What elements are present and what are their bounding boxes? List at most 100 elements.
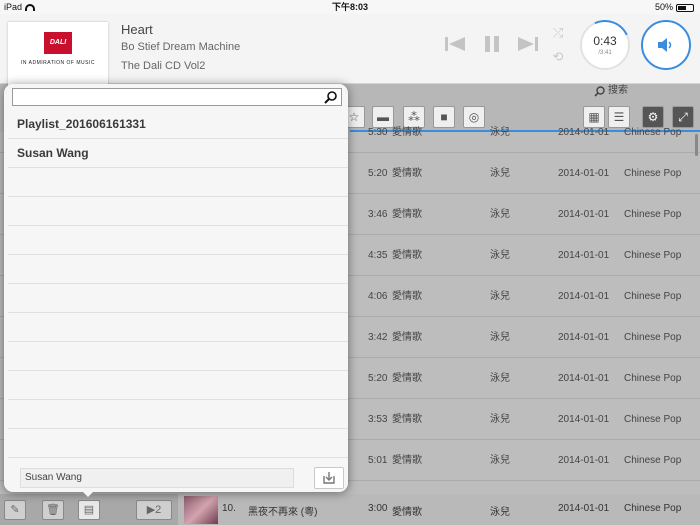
status-time: 下午8:03 bbox=[331, 2, 368, 12]
popover-arrow bbox=[79, 488, 97, 497]
playlist-search-input[interactable] bbox=[12, 88, 342, 106]
track-album: 愛情歌 bbox=[392, 127, 422, 138]
track-title: Heart bbox=[121, 22, 153, 37]
status-bar: iPad 下午8:03 50% bbox=[0, 0, 700, 14]
playlist-icon: ▤ bbox=[83, 504, 95, 516]
next-track-button[interactable] bbox=[517, 36, 539, 52]
track-date: 2014-01-01 bbox=[558, 168, 610, 179]
track-date: 2014-01-01 bbox=[558, 503, 610, 514]
track-artist: 泳兒 bbox=[490, 507, 510, 518]
track-date: 2014-01-01 bbox=[558, 127, 610, 138]
playlist-item[interactable] bbox=[8, 226, 348, 255]
play-circle-icon: ▶ bbox=[146, 504, 156, 516]
track-date: 2014-01-01 bbox=[558, 373, 610, 384]
shuffle-button[interactable]: ⤮ bbox=[549, 26, 567, 40]
track-artist: Bo Stief Dream Machine bbox=[121, 41, 241, 53]
track-date: 2014-01-01 bbox=[558, 250, 610, 261]
previous-icon bbox=[445, 37, 465, 51]
track-duration: 3:46 bbox=[368, 209, 388, 220]
delete-button[interactable]: 🗑 bbox=[42, 500, 64, 520]
playlist-item[interactable] bbox=[8, 342, 348, 371]
track-artist: 泳兒 bbox=[490, 332, 510, 343]
track-genre: Chinese Pop bbox=[624, 250, 682, 261]
playlist-item[interactable] bbox=[8, 371, 348, 400]
track-artist: 泳兒 bbox=[490, 414, 510, 425]
speaker-icon bbox=[658, 38, 672, 52]
elapsed-time: 0:43 bbox=[593, 34, 617, 48]
progress-ring[interactable]: 0:43 /3:41 bbox=[572, 12, 638, 78]
playlist-button[interactable]: ▤ bbox=[78, 500, 100, 520]
track-genre: Chinese Pop bbox=[624, 455, 682, 466]
playlist-item[interactable] bbox=[8, 284, 348, 313]
scrollbar[interactable] bbox=[695, 134, 698, 156]
track-album: 愛情歌 bbox=[392, 168, 422, 179]
total-time: /3:41 bbox=[598, 50, 612, 56]
track-album: 愛情歌 bbox=[392, 507, 422, 518]
playlist-list: Playlist_201606161331 Susan Wang bbox=[8, 110, 348, 458]
track-album: 愛情歌 bbox=[392, 455, 422, 466]
track-date: 2014-01-01 bbox=[558, 332, 610, 343]
playlist-item[interactable]: Playlist_201606161331 bbox=[8, 110, 348, 139]
playlist-item[interactable] bbox=[8, 168, 348, 197]
status-battery: 50% bbox=[655, 0, 694, 14]
queue-counter-button[interactable]: ▶2 bbox=[136, 500, 172, 520]
brand-logo: DALI bbox=[44, 32, 72, 54]
track-date: 2014-01-01 bbox=[558, 414, 610, 425]
track-name: 黑夜不再來 (粵) bbox=[248, 507, 318, 518]
track-genre: Chinese Pop bbox=[624, 168, 682, 179]
track-genre: Chinese Pop bbox=[624, 209, 682, 220]
track-artist: 泳兒 bbox=[490, 168, 510, 179]
brand-tagline: IN ADMIRATION OF MUSIC bbox=[21, 60, 95, 66]
bottom-track-row[interactable]: 10. 黑夜不再來 (粵) 3:00 愛情歌 泳兒 2014-01-01 Chi… bbox=[178, 494, 700, 525]
playlist-item[interactable] bbox=[8, 400, 348, 429]
playlist-item[interactable]: Susan Wang bbox=[8, 139, 348, 168]
playlist-popover: Playlist_201606161331 Susan Wang Susan Wa… bbox=[4, 84, 348, 492]
track-album: 愛情歌 bbox=[392, 250, 422, 261]
track-number: 10. bbox=[222, 503, 236, 514]
track-album: 愛情歌 bbox=[392, 291, 422, 302]
save-playlist-button[interactable] bbox=[314, 467, 344, 489]
track-genre: Chinese Pop bbox=[624, 291, 682, 302]
trash-icon: 🗑 bbox=[46, 504, 60, 516]
track-genre: Chinese Pop bbox=[624, 414, 682, 425]
track-album: The Dali CD Vol2 bbox=[121, 60, 206, 72]
track-artist: 泳兒 bbox=[490, 291, 510, 302]
playlist-item[interactable] bbox=[8, 429, 348, 458]
edit-icon: ✎ bbox=[10, 504, 20, 516]
track-duration: 4:35 bbox=[368, 250, 388, 261]
track-artist: 泳兒 bbox=[490, 209, 510, 220]
search-icon bbox=[324, 91, 337, 104]
repeat-icon: ⟲ bbox=[552, 49, 564, 64]
track-duration: 5:20 bbox=[368, 168, 388, 179]
playlist-item[interactable] bbox=[8, 313, 348, 342]
playlist-item[interactable] bbox=[8, 255, 348, 284]
track-date: 2014-01-01 bbox=[558, 455, 610, 466]
track-genre: Chinese Pop bbox=[624, 373, 682, 384]
playlist-name-field[interactable]: Susan Wang bbox=[20, 468, 294, 488]
track-artist: 泳兒 bbox=[490, 127, 510, 138]
queue-count: 2 bbox=[155, 504, 162, 516]
track-duration: 3:00 bbox=[368, 503, 388, 514]
edit-button[interactable]: ✎ bbox=[4, 500, 26, 520]
pause-button[interactable] bbox=[482, 34, 502, 54]
track-duration: 3:53 bbox=[368, 414, 388, 425]
search-label[interactable]: 搜索 bbox=[608, 84, 628, 98]
volume-button[interactable] bbox=[641, 20, 691, 70]
track-duration: 5:30 bbox=[368, 127, 388, 138]
track-date: 2014-01-01 bbox=[558, 291, 610, 302]
track-artist: 泳兒 bbox=[490, 250, 510, 261]
track-genre: Chinese Pop bbox=[624, 332, 682, 343]
track-artist: 泳兒 bbox=[490, 373, 510, 384]
shuffle-icon: ⤮ bbox=[552, 25, 564, 40]
track-album: 愛情歌 bbox=[392, 373, 422, 384]
save-icon bbox=[323, 472, 335, 484]
pause-icon bbox=[485, 36, 499, 52]
repeat-button[interactable]: ⟲ bbox=[549, 50, 567, 64]
track-genre: Chinese Pop bbox=[624, 127, 682, 138]
track-genre: Chinese Pop bbox=[624, 503, 682, 514]
track-date: 2014-01-01 bbox=[558, 209, 610, 220]
playlist-item[interactable] bbox=[8, 197, 348, 226]
previous-track-button[interactable] bbox=[444, 36, 466, 52]
next-icon bbox=[518, 37, 538, 51]
track-album: 愛情歌 bbox=[392, 209, 422, 220]
